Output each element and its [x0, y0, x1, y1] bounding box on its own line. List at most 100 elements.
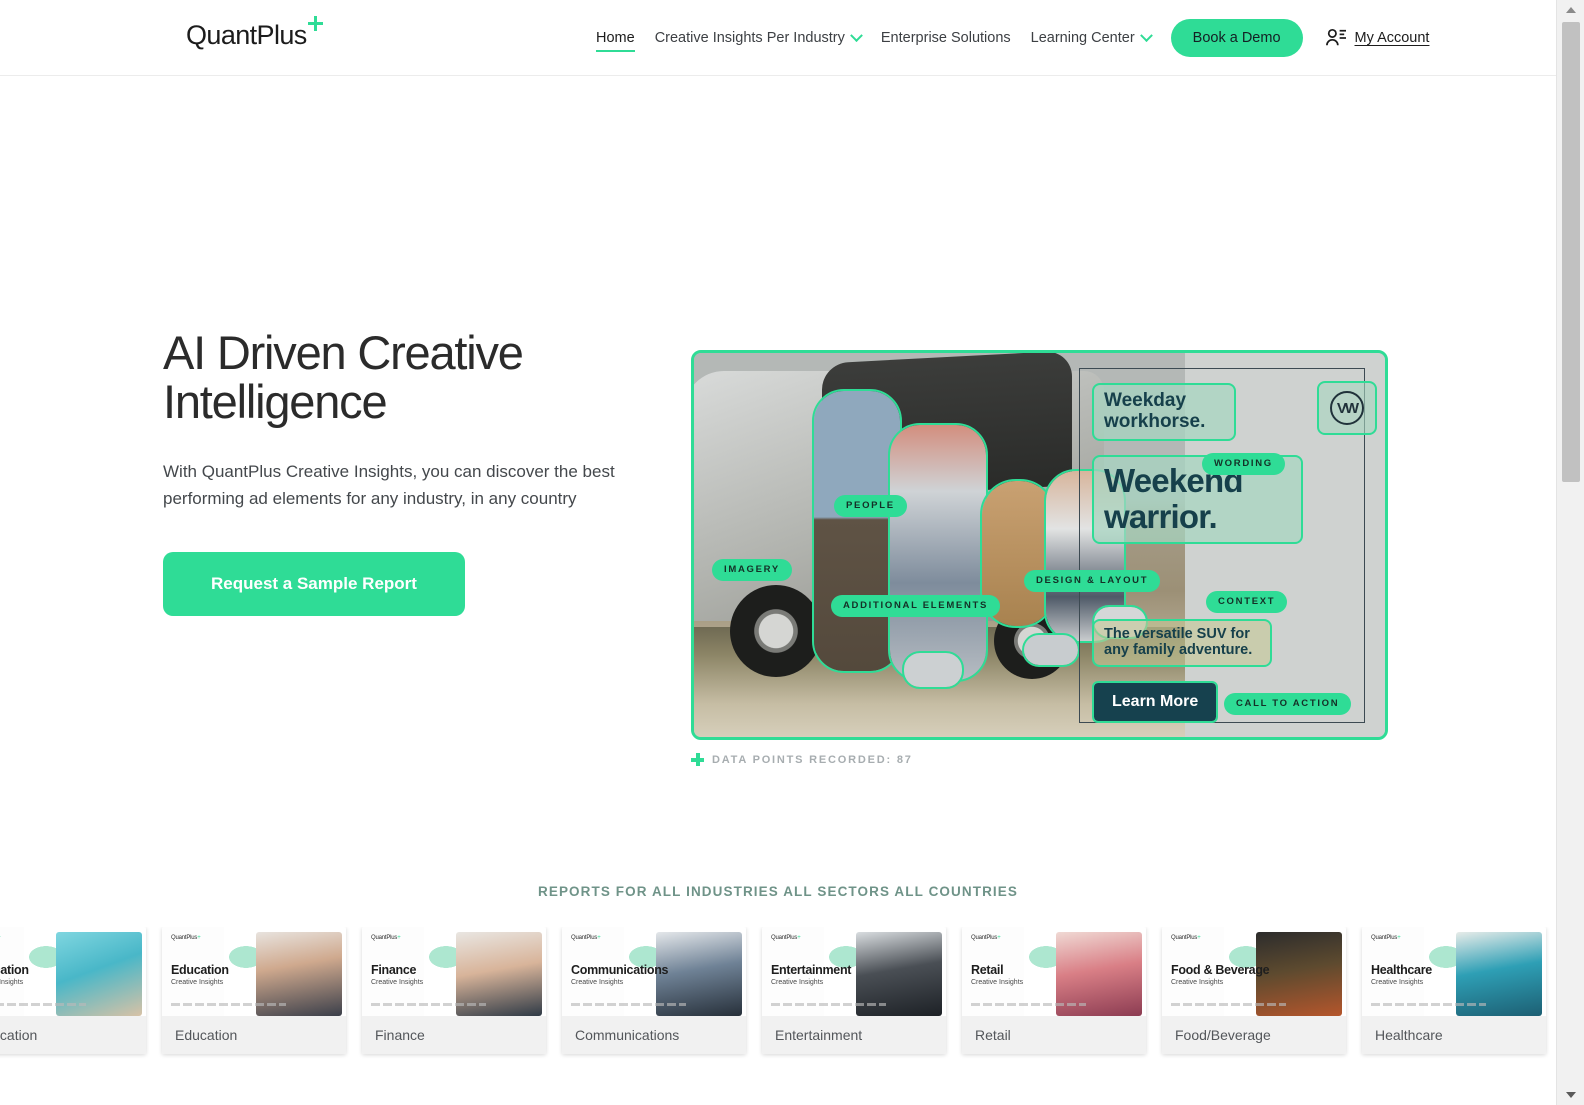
report-card-cover: QuantPlus+ Food & Beverage Creative Insigh… [1162, 927, 1346, 1016]
chevron-down-icon [850, 28, 863, 42]
hero-copy: AI Driven Creative Intelligence With Qua… [163, 328, 653, 617]
book-a-demo-button[interactable]: Book a Demo [1170, 19, 1303, 57]
site-header: QuantPlus Home Creative Insights Per Ind… [0, 0, 1556, 76]
report-card-footnote [1171, 1003, 1286, 1006]
report-card[interactable]: QuantPlus+ Finance Creative Insights Financ… [362, 927, 546, 1054]
reports-section-title: REPORTS FOR ALL INDUSTRIES ALL SECTORS A… [538, 884, 1018, 899]
nav-item-home[interactable]: Home [596, 18, 635, 58]
annotation-tag-context: CONTEXT [1206, 591, 1288, 613]
report-card-cover: QuantPlus+ Finance Creative Insights [362, 927, 546, 1016]
report-card-footnote [971, 1003, 1086, 1006]
report-card-cover-title: Education [0, 963, 29, 977]
report-card-cover: QuantPlus+ Healthcare Creative Insights [1362, 927, 1546, 1016]
report-card-footnote [571, 1003, 686, 1006]
report-card-caption: Finance [362, 1016, 546, 1054]
report-card-cover-subtitle: Creative Insights [1371, 979, 1424, 986]
report-card-cover: QuantPlus+ Entertainment Creative Insights [762, 927, 946, 1016]
page-viewport: QuantPlus Home Creative Insights Per Ind… [0, 0, 1556, 1105]
report-card[interactable]: QuantPlus+ Retail Creative Insights Retail [962, 927, 1146, 1054]
report-card[interactable]: QuantPlus+ Communications Creative Insight… [562, 927, 746, 1054]
nav-item-enterprise-solutions-label: Enterprise Solutions [880, 30, 1011, 46]
annotation-tag-imagery: IMAGERY [712, 559, 792, 581]
report-card[interactable]: QuantPlus+ Food & Beverage Creative Insigh… [1162, 927, 1346, 1054]
report-card-cover-subtitle: Creative Insights [1171, 979, 1224, 986]
annotation-tag-design: DESIGN & LAYOUT [1024, 570, 1161, 592]
annotation-tag-cta: CALL TO ACTION [1224, 693, 1352, 715]
report-card-cover-title: Retail [971, 963, 1004, 977]
report-card-cover-title: Communications [571, 963, 669, 977]
report-card-cover: QuantPlus+ Education Creative Insights [0, 927, 146, 1016]
hero-figure: Weekday workhorse. Weekend warrior. The … [691, 350, 1388, 766]
brand-logo[interactable]: QuantPlus [186, 16, 324, 49]
page-title: AI Driven Creative Intelligence [163, 328, 653, 427]
annotation-tag-people: PEOPLE [834, 495, 907, 517]
hero-subtitle: With QuantPlus Creative Insights, you ca… [163, 461, 615, 508]
report-card-brand: QuantPlus+ [171, 935, 201, 941]
report-card-cover-subtitle: Creative Insights [771, 979, 824, 986]
reports-carousel-track: QuantPlus+ Education Creative Insights Educ… [0, 927, 1556, 1054]
user-icon [1325, 28, 1346, 46]
data-points-recorded: DATA POINTS RECORDED: 87 [691, 753, 1388, 766]
ad-headline-small: Weekday workhorse. [1092, 383, 1236, 441]
report-card-brand: QuantPlus+ [971, 935, 1001, 941]
report-card-cover-subtitle: Creative Insights [371, 979, 424, 986]
segmented-person-mother [888, 423, 988, 682]
my-account-link[interactable]: My Account [1325, 28, 1430, 48]
report-card-cover-subtitle: Creative Insights [171, 979, 224, 986]
hero-title-line-2: Intelligence [163, 375, 388, 429]
segmented-shoe [902, 651, 964, 689]
report-card[interactable]: QuantPlus+ Entertainment Creative Insights… [762, 927, 946, 1054]
my-account-label: My Account [1354, 30, 1430, 46]
report-card-caption: Entertainment [762, 1016, 946, 1054]
report-card-brand: QuantPlus+ [1171, 935, 1201, 941]
report-card-brand: QuantPlus+ [571, 935, 601, 941]
browser-page: QuantPlus Home Creative Insights Per Ind… [0, 0, 1584, 1105]
chevron-down-icon [1139, 28, 1153, 42]
report-card[interactable]: QuantPlus+ Education Creative Insights Educ… [162, 927, 346, 1054]
report-card-footnote [1371, 1003, 1486, 1006]
nav-item-enterprise-solutions[interactable]: Enterprise Solutions [881, 18, 1011, 58]
segmented-shoe [1022, 633, 1080, 667]
report-card-cover-subtitle: Creative Insights [0, 979, 24, 986]
report-card[interactable]: QuantPlus+ Healthcare Creative Insights Hea… [1362, 927, 1546, 1054]
wheel-decoration [730, 585, 822, 677]
plus-icon [691, 753, 704, 766]
scrollbar-thumb[interactable] [1562, 22, 1580, 482]
report-card-caption: Education [162, 1016, 346, 1054]
report-card-cover-title: Food & Beverage [1171, 963, 1270, 977]
report-card-brand: QuantPlus+ [0, 935, 1, 941]
report-card-cover-title: Entertainment [771, 963, 852, 977]
nav-item-creative-insights[interactable]: Creative Insights Per Industry [654, 18, 863, 58]
report-card-footnote [171, 1003, 286, 1006]
main-navigation: Home Creative Insights Per Industry Ente… [596, 0, 1429, 76]
request-sample-report-button[interactable]: Request a Sample Report [163, 552, 465, 617]
report-card-caption: Education [0, 1016, 146, 1054]
report-card-footnote [771, 1003, 886, 1006]
annotated-ad-image: Weekday workhorse. Weekend warrior. The … [691, 350, 1388, 740]
report-card-cover: QuantPlus+ Retail Creative Insights [962, 927, 1146, 1016]
nav-item-learning-center[interactable]: Learning Center [1030, 18, 1153, 58]
report-card-cover-title: Healthcare [1371, 963, 1432, 977]
report-card-caption: Communications [562, 1016, 746, 1054]
scroll-down-button[interactable] [1557, 1085, 1584, 1105]
ad-learn-more-button: Learn More [1091, 681, 1219, 723]
annotation-tag-additional: ADDITIONAL ELEMENTS [831, 595, 1001, 617]
report-card-caption: Healthcare [1362, 1016, 1546, 1054]
report-card-cover-subtitle: Creative Insights [971, 979, 1024, 986]
report-card[interactable]: QuantPlus+ Education Creative Insights Educ… [0, 927, 146, 1054]
reports-carousel[interactable]: QuantPlus+ Education Creative Insights Educ… [0, 927, 1556, 1062]
scroll-up-button[interactable] [1557, 0, 1584, 20]
annotation-tag-wording: WORDING [1202, 453, 1285, 475]
report-card-brand: QuantPlus+ [1371, 935, 1401, 941]
vw-logo-icon: VW [1317, 381, 1377, 435]
report-card-caption: Food/Beverage [1162, 1016, 1346, 1054]
segmented-person-father [812, 389, 902, 673]
report-card-cover-title: Finance [371, 963, 417, 977]
nav-item-home-label: Home [596, 30, 635, 46]
nav-item-learning-center-label: Learning Center [1030, 30, 1135, 46]
report-card-cover: QuantPlus+ Education Creative Insights [162, 927, 346, 1016]
chevron-up-icon [1566, 7, 1576, 13]
report-card-caption: Retail [962, 1016, 1146, 1054]
nav-item-creative-insights-label: Creative Insights Per Industry [654, 30, 845, 46]
page-scrollbar[interactable] [1556, 0, 1584, 1105]
